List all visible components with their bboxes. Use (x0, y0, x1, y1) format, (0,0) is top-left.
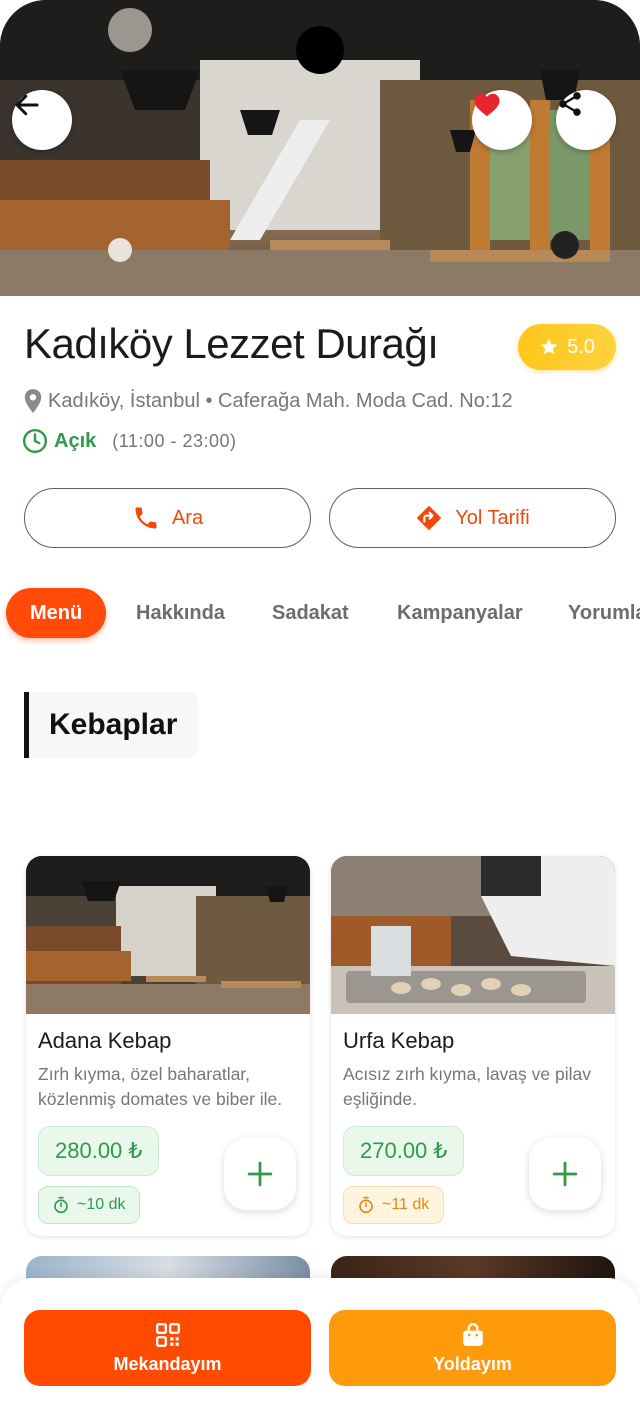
add-to-cart-button[interactable] (224, 1138, 296, 1210)
menu-item-image (331, 856, 615, 1014)
stopwatch-icon (359, 1196, 373, 1214)
plus-icon (552, 1161, 578, 1187)
at-venue-label: Mekandayım (113, 1353, 222, 1374)
menu-item-name: Adana Kebap (38, 1028, 172, 1053)
tab-bar: Menü Hakkında Sadakat Kampanyalar Yoruml… (0, 588, 640, 640)
add-to-cart-button[interactable] (529, 1138, 601, 1210)
tab-loyalty[interactable]: Sadakat (272, 588, 349, 638)
hours-row: Açık (11:00 - 23:00) (22, 428, 237, 454)
menu-item-name: Urfa Kebap (343, 1028, 455, 1053)
on-the-way-button[interactable]: Yoldayım (329, 1310, 616, 1386)
shopping-bag-icon (462, 1322, 483, 1346)
camera-notch (296, 26, 344, 74)
arrow-left-icon (15, 94, 39, 116)
directions-label: Yol Tarifi (455, 506, 530, 529)
phone-icon (135, 507, 157, 529)
location-pin-icon (24, 389, 42, 413)
open-status: Açık (54, 429, 97, 452)
clock-icon (22, 428, 48, 454)
section-header: Kebaplar (24, 692, 198, 758)
prep-time: ~10 dk (77, 1196, 126, 1213)
call-button[interactable]: Ara (24, 488, 311, 548)
rating-badge: 5.0 (518, 324, 616, 370)
rating-value: 5.0 (567, 335, 595, 358)
tab-reviews[interactable]: Yorumlar (568, 588, 640, 638)
qr-code-icon (155, 1322, 180, 1347)
tab-menu[interactable]: Menü (6, 588, 107, 638)
chef-photo (331, 856, 615, 1014)
call-label: Ara (171, 506, 204, 529)
directions-button[interactable]: Yol Tarifi (329, 488, 616, 548)
directions-icon (417, 505, 442, 531)
tab-about[interactable]: Hakkında (136, 588, 225, 638)
heart-icon (474, 93, 500, 117)
section-title: Kebaplar (49, 708, 178, 741)
cafe-photo (26, 856, 310, 1014)
restaurant-screen: Kadıköy Lezzet Durağı 5.0 Kadıköy, İstan… (0, 0, 640, 1428)
plus-icon (247, 1161, 273, 1187)
menu-item-card[interactable]: Adana Kebap Zırh kıyma, özel baharatlar,… (26, 856, 310, 1236)
address-text: Kadıköy, İstanbul • Caferağa Mah. Moda C… (48, 389, 513, 412)
menu-item-description: Acısız zırh kıyma, lavaş ve pilav eşliği… (343, 1064, 591, 1109)
prep-time: ~11 dk (382, 1196, 430, 1213)
menu-item-price: 270.00 ₺ (343, 1126, 465, 1176)
favorite-button[interactable] (472, 90, 532, 150)
star-icon (540, 338, 558, 355)
menu-item-price: 280.00 ₺ (38, 1126, 160, 1176)
back-button[interactable] (12, 90, 72, 150)
restaurant-name: Kadıköy Lezzet Durağı (24, 320, 439, 367)
hero-image (0, 0, 640, 296)
prep-time-badge: ~11 dk (343, 1186, 445, 1224)
stopwatch-icon (54, 1196, 68, 1214)
bottom-action-bar: Mekandayım Yoldayım (0, 1278, 640, 1428)
tab-campaigns[interactable]: Kampanyalar (397, 588, 523, 638)
share-button[interactable] (556, 90, 616, 150)
on-the-way-label: Yoldayım (433, 1353, 512, 1374)
prep-time-badge: ~10 dk (38, 1186, 141, 1224)
share-icon (559, 92, 581, 116)
menu-item-description: Zırh kıyma, özel baharatlar, közlenmiş d… (38, 1064, 283, 1109)
menu-item-image (26, 856, 310, 1014)
menu-item-card[interactable]: Urfa Kebap Acısız zırh kıyma, lavaş ve p… (331, 856, 615, 1236)
address-row: Kadıköy, İstanbul • Caferağa Mah. Moda C… (22, 388, 513, 414)
at-venue-button[interactable]: Mekandayım (24, 1310, 311, 1386)
opening-hours: (11:00 - 23:00) (112, 430, 237, 451)
